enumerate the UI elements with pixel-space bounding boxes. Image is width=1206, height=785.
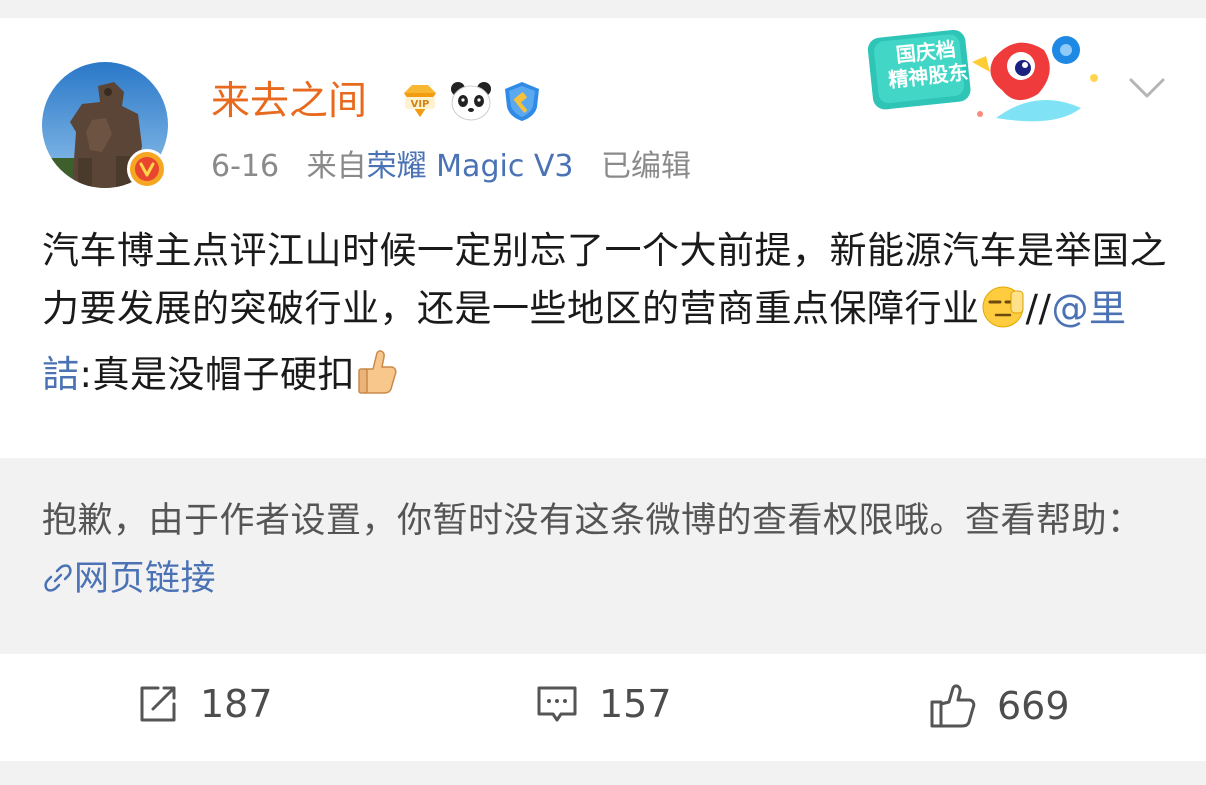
comment-count: 157: [599, 682, 672, 726]
panda-icon[interactable]: [448, 79, 494, 123]
comment-button[interactable]: 157: [535, 682, 672, 726]
vip-diamond-icon[interactable]: VIP: [398, 79, 442, 123]
post-text-after: :真是没帽子硬扣: [79, 353, 355, 396]
like-button[interactable]: 669: [929, 682, 1070, 730]
post-body: 汽车博主点评江山时候一定别忘了一个大前提，新能源汽车是举国之力要发展的突破行业，…: [42, 222, 1167, 412]
user-badges: VIP: [398, 79, 544, 123]
link-icon: [44, 564, 72, 592]
smirk-emoji-icon: [980, 285, 1026, 346]
source-prefix: 来自: [306, 149, 367, 184]
post-meta: 6-16 来自荣耀 Magic V3 已编辑: [211, 146, 691, 188]
web-link[interactable]: 网页链接: [42, 559, 216, 599]
web-link-label: 网页链接: [74, 559, 217, 599]
source-device[interactable]: 荣耀 Magic V3: [367, 149, 574, 184]
holiday-banner[interactable]: 国庆档 精神股东: [866, 28, 1112, 136]
repost-count: 187: [200, 682, 273, 726]
thumbs-up-outline-icon: [930, 684, 976, 728]
permission-notice: 抱歉，由于作者设置，你暂时没有这条微博的查看权限哦。查看帮助： 网页链接: [0, 458, 1206, 654]
like-count: 669: [997, 684, 1070, 728]
post-date: 6-16: [211, 149, 280, 184]
action-bar: 187 157 669: [0, 666, 1206, 746]
thumbs-up-emoji-icon: [355, 347, 399, 412]
chevron-down-icon[interactable]: [1128, 76, 1166, 102]
username[interactable]: 来去之间: [211, 76, 367, 128]
repost-icon: [140, 686, 176, 722]
edited-label: 已编辑: [601, 149, 692, 184]
repost-button[interactable]: 187: [136, 682, 273, 726]
svg-text:VIP: VIP: [411, 99, 430, 110]
avatar[interactable]: [42, 62, 168, 189]
gavel-shield-icon[interactable]: [500, 79, 544, 123]
notice-text: 抱歉，由于作者设置，你暂时没有这条微博的查看权限哦。查看帮助：: [42, 501, 1143, 541]
verified-badge-icon: [127, 149, 167, 189]
comment-icon: [537, 686, 577, 722]
repost-separator: //: [1025, 287, 1052, 330]
